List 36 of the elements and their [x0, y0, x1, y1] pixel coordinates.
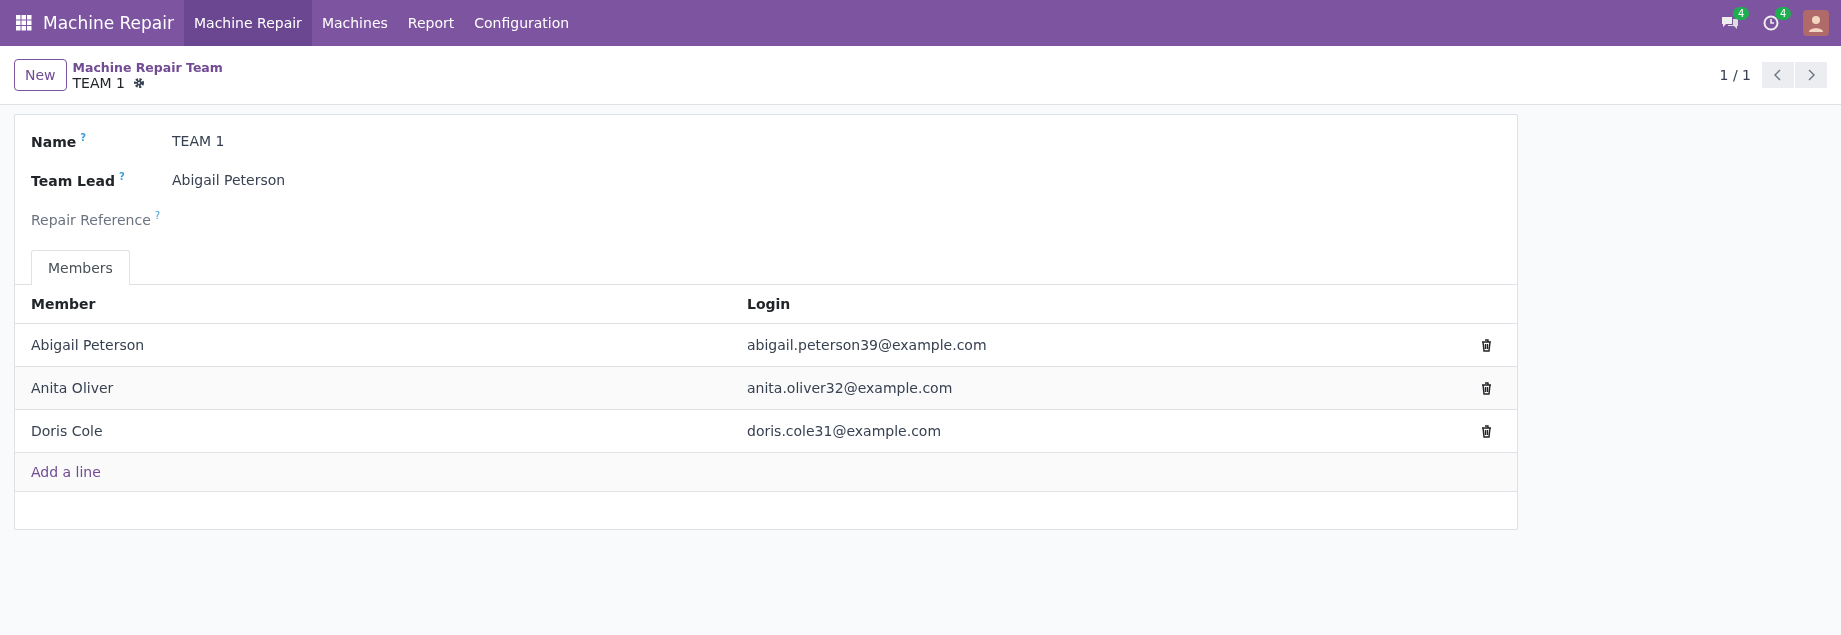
new-button[interactable]: New	[14, 59, 67, 91]
table-cell: Anita Oliver	[15, 366, 731, 410]
table-cell: anita.oliver32@example.com	[731, 366, 1465, 410]
field-value[interactable]: TEAM 1	[172, 132, 225, 149]
column-header: Member	[15, 285, 731, 324]
chevron-left-icon	[1774, 69, 1782, 81]
field-label: Repair Reference $^{?}$	[31, 209, 162, 228]
add-line-link[interactable]: Add a line	[31, 464, 101, 480]
chat-icon[interactable]	[1721, 15, 1739, 31]
trash-icon[interactable]	[1481, 382, 1492, 395]
menu-item[interactable]: Machine Repair	[184, 0, 312, 46]
field-label: Name $^{?}$	[31, 131, 88, 150]
menu-item[interactable]: Configuration	[464, 0, 580, 46]
activity-count: 4	[1775, 7, 1792, 20]
menu-item[interactable]: Report	[397, 0, 465, 46]
app-name: Machine Repair	[43, 13, 174, 33]
trash-icon[interactable]	[1481, 339, 1492, 352]
record-title: TEAM 1	[72, 74, 125, 91]
table-cell: doris.cole31@example.com	[731, 409, 1465, 453]
column-header: Login	[731, 285, 1465, 324]
user-avatar[interactable]	[1803, 10, 1829, 36]
table-cell: Abigail Peterson	[15, 323, 731, 367]
pager-counter: 1 / 1	[1719, 67, 1751, 83]
table-cell: Doris Cole	[15, 409, 731, 453]
menu-item[interactable]: Machines	[311, 0, 398, 46]
table-cell: abigail.peterson39@example.com	[731, 323, 1465, 367]
app-grid-icon[interactable]	[16, 15, 32, 31]
breadcrumb-link[interactable]: Machine Repair Team	[72, 59, 223, 75]
trash-icon[interactable]	[1481, 425, 1492, 438]
clock-icon[interactable]	[1763, 15, 1779, 31]
tab[interactable]: Members	[31, 250, 130, 285]
gear-icon[interactable]	[132, 76, 145, 89]
field-value[interactable]: Abigail Peterson	[172, 171, 286, 188]
message-count: 4	[1733, 7, 1750, 20]
field-label: Team Lead $^{?}$	[31, 170, 126, 189]
chevron-right-icon	[1807, 69, 1815, 81]
